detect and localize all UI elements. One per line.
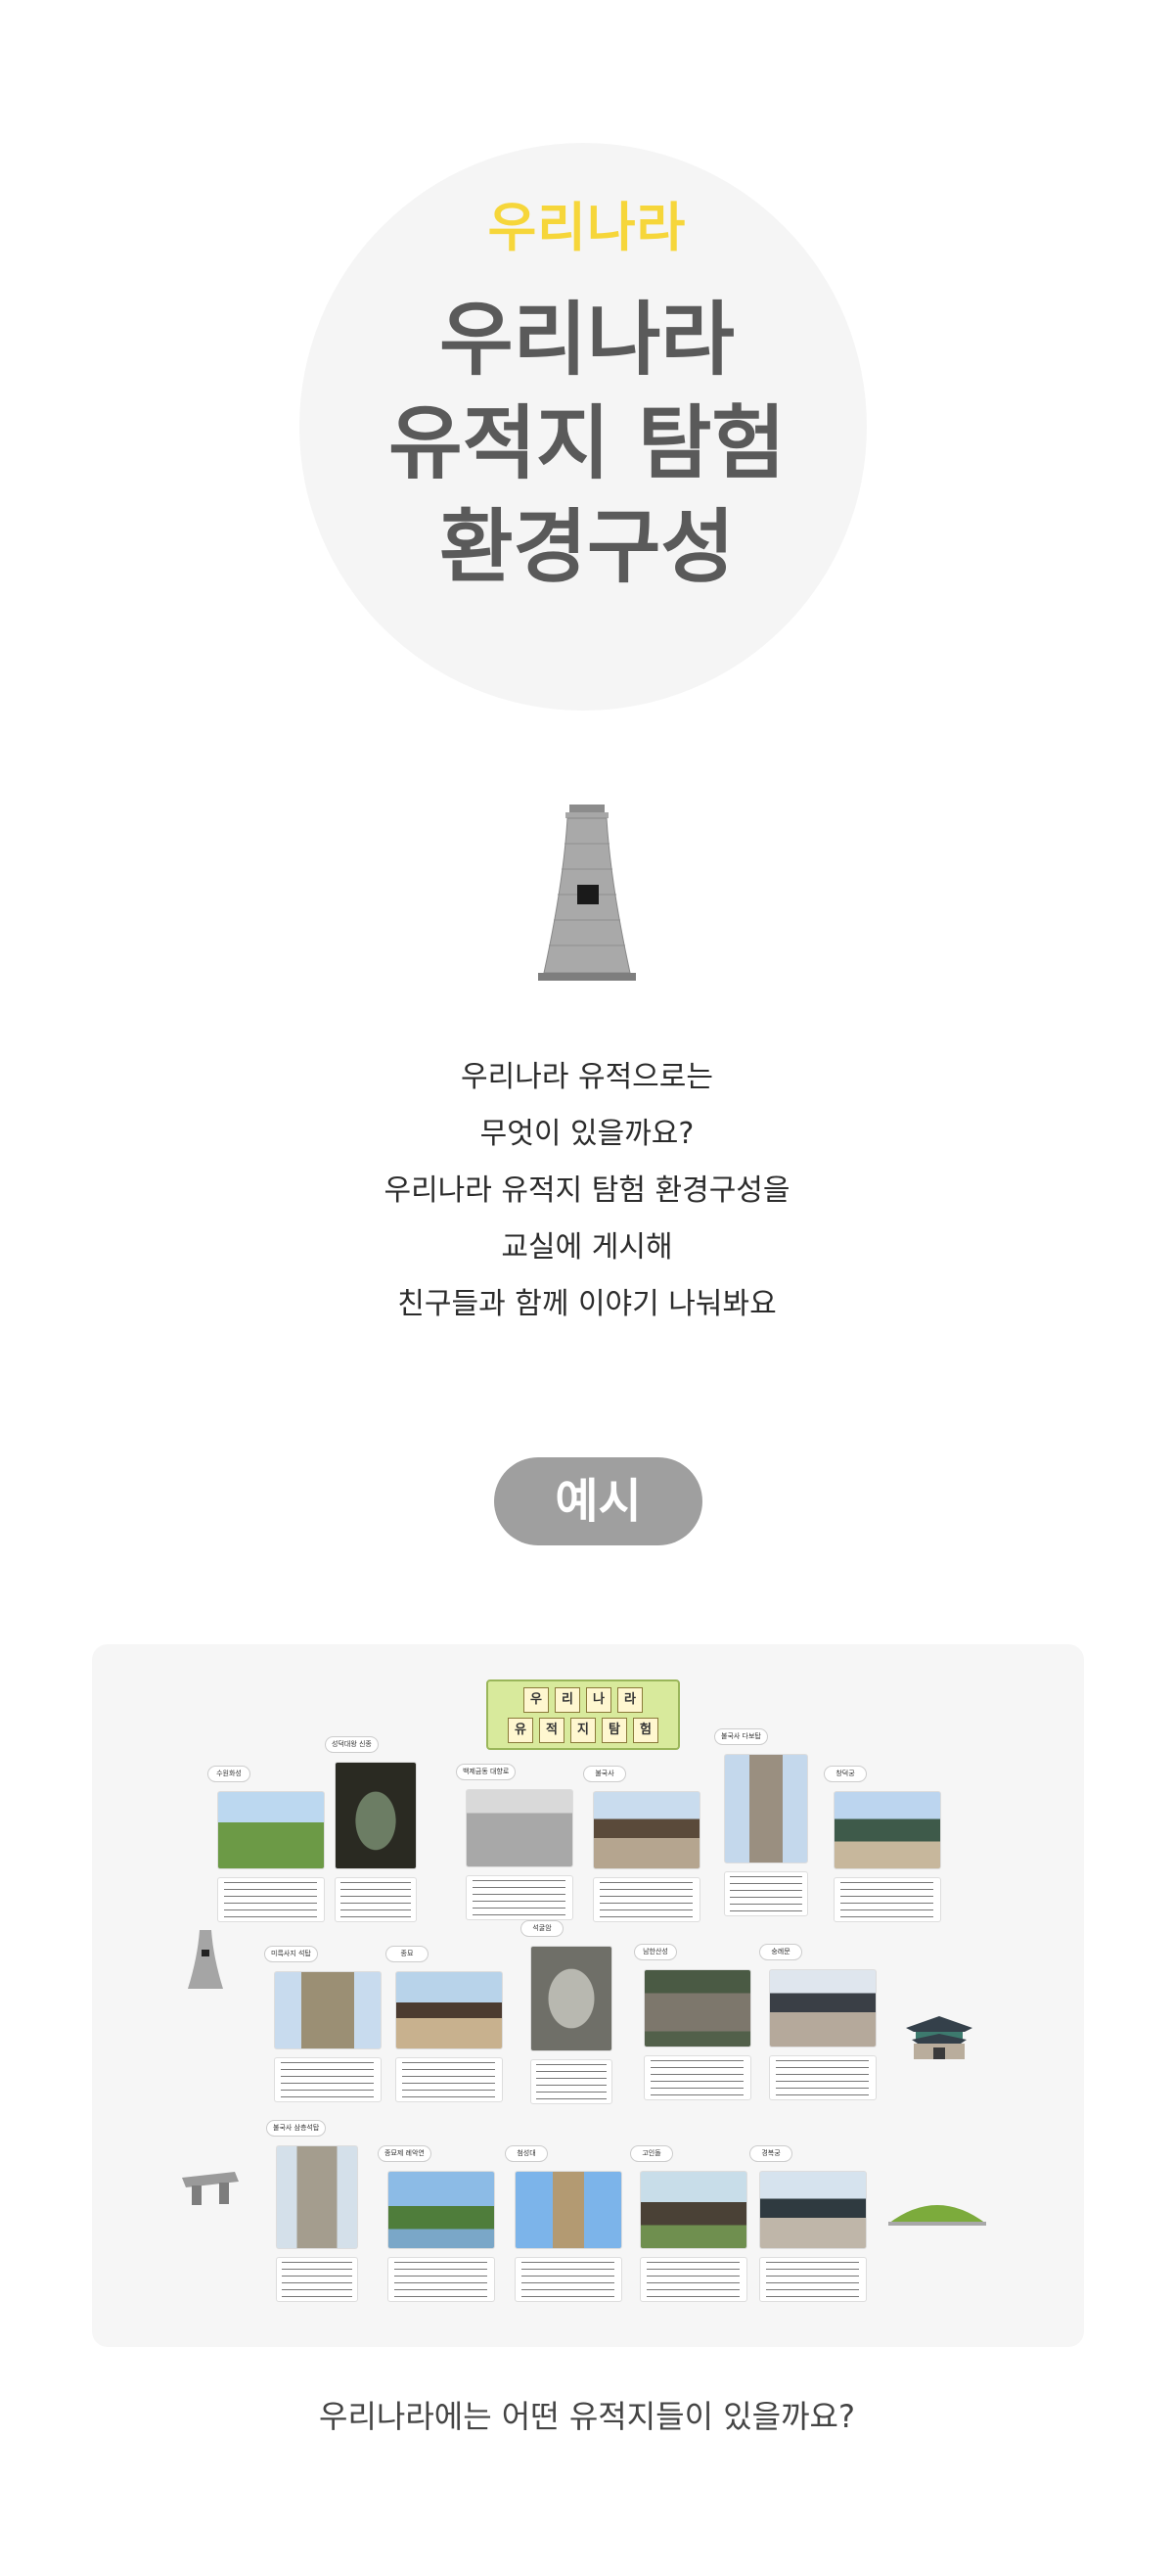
board-title-char: 라 [617, 1687, 643, 1713]
card-description [593, 1877, 700, 1922]
card-photo [515, 2171, 622, 2249]
card-description [515, 2257, 622, 2302]
card-description [274, 2057, 382, 2102]
card-description [395, 2057, 503, 2102]
board-title-char: 리 [555, 1687, 580, 1713]
hero-subtitle: 우리나라 [487, 197, 687, 258]
card-description [724, 1871, 808, 1916]
example-board: 우 리 나 라 유 적 지 탐 험 수원화성 성덕대왕 신종 백제금동 대향로 … [92, 1644, 1084, 2347]
card-tag: 남한산성 [634, 1944, 677, 1960]
card-tag: 불국사 삼층석탑 [266, 2120, 327, 2137]
card-photo [644, 1969, 751, 2047]
card-description [769, 2055, 877, 2100]
board-caption: 우리나라에는 어떤 유적지들이 있을까요? [319, 2398, 855, 2435]
hero-title: 우리나라 유적지 탐험 환경구성 [0, 289, 1174, 600]
gate-icon [906, 2016, 972, 2059]
card-photo [724, 1754, 808, 1863]
hero-title-line: 우리나라 [439, 294, 735, 387]
card-description [276, 2257, 358, 2302]
card-tag: 석굴암 [520, 1920, 564, 1937]
card-photo [217, 1791, 325, 1869]
board-title-char: 우 [523, 1687, 549, 1713]
example-badge: 예시 [494, 1457, 702, 1545]
card-tag: 경복궁 [749, 2145, 792, 2162]
heritage-card: 불국사 다보탑 [714, 1728, 808, 1916]
card-tag: 수원화성 [207, 1766, 250, 1782]
card-tag: 창덕궁 [824, 1766, 867, 1782]
heritage-card: 창덕궁 [824, 1766, 941, 1922]
card-tag: 미륵사지 석탑 [264, 1946, 318, 1962]
card-description [759, 2257, 867, 2302]
card-photo [759, 2171, 867, 2249]
dolmen-icon [182, 2172, 239, 2205]
heritage-card: 백제금동 대향로 [456, 1764, 573, 1920]
heritage-card: 경복궁 [749, 2145, 867, 2302]
heritage-card: 고인돌 [630, 2145, 747, 2302]
heritage-card: 미륵사지 석탑 [264, 1946, 382, 2102]
card-photo [769, 1969, 877, 2047]
card-photo [593, 1791, 700, 1869]
intro-line: 우리나라 유적지 탐험 환경구성을 [384, 1173, 790, 1208]
card-tag: 종묘제 례악연 [378, 2145, 431, 2162]
board-title-banner: 우 리 나 라 유 적 지 탐 험 [486, 1679, 680, 1750]
card-tag: 백제금동 대향로 [456, 1764, 517, 1780]
board-title-char: 유 [508, 1718, 533, 1743]
board-title-char: 지 [570, 1718, 596, 1743]
card-tag: 불국사 다보탑 [714, 1728, 768, 1745]
heritage-card: 성덕대왕 신종 [325, 1736, 417, 1922]
board-title-char: 험 [633, 1718, 658, 1743]
heritage-card: 불국사 [583, 1766, 700, 1922]
card-photo [640, 2171, 747, 2249]
intro-line: 친구들과 함께 이야기 나눠봐요 [397, 1287, 777, 1321]
heritage-card: 종묘제 례악연 [378, 2145, 495, 2302]
board-title-char: 적 [539, 1718, 564, 1743]
tower-icon [188, 1930, 223, 1989]
heritage-card: 숭례문 [759, 1944, 877, 2100]
heritage-card: 첨성대 [505, 2145, 622, 2302]
card-photo [834, 1791, 941, 1869]
card-description [335, 1877, 417, 1922]
intro-line: 교실에 게시해 [501, 1230, 673, 1265]
card-description [217, 1877, 325, 1922]
card-tag: 숭례문 [759, 1944, 802, 1960]
card-photo [387, 2171, 495, 2249]
card-photo [276, 2145, 358, 2249]
board-title-char: 탐 [602, 1718, 627, 1743]
card-tag: 고인돌 [630, 2145, 673, 2162]
burial-mound-icon [888, 2205, 986, 2226]
card-tag: 성덕대왕 신종 [325, 1736, 379, 1753]
card-description [640, 2257, 747, 2302]
intro-line: 무엇이 있을까요? [479, 1117, 695, 1151]
heritage-card: 남한산성 [634, 1944, 751, 2100]
board-title-row: 우 리 나 라 [488, 1685, 678, 1715]
card-description [466, 1875, 573, 1920]
observatory-tower-icon [538, 805, 636, 981]
heritage-card: 석굴암 [520, 1920, 612, 2104]
board-title-row: 유 적 지 탐 험 [488, 1716, 678, 1745]
intro-text: 우리나라 유적으로는 무엇이 있을까요? 우리나라 유적지 탐험 환경구성을 교… [0, 1049, 1174, 1333]
card-description [644, 2055, 751, 2100]
card-tag: 첨성대 [505, 2145, 548, 2162]
card-photo [395, 1971, 503, 2049]
card-photo [274, 1971, 382, 2049]
card-photo [466, 1789, 573, 1867]
card-photo [530, 1946, 612, 2051]
card-description [387, 2257, 495, 2302]
heritage-card: 불국사 삼층석탑 [266, 2120, 358, 2302]
card-photo [335, 1762, 417, 1869]
heritage-card: 종묘 [385, 1946, 503, 2102]
hero-title-line: 환경구성 [439, 501, 735, 594]
card-tag: 종묘 [385, 1946, 429, 1962]
card-tag: 불국사 [583, 1766, 626, 1782]
board-title-char: 나 [586, 1687, 611, 1713]
card-description [834, 1877, 941, 1922]
heritage-card: 수원화성 [207, 1766, 325, 1922]
card-description [530, 2059, 612, 2104]
intro-line: 우리나라 유적으로는 [461, 1060, 713, 1094]
hero-title-line: 유적지 탐험 [388, 397, 786, 490]
